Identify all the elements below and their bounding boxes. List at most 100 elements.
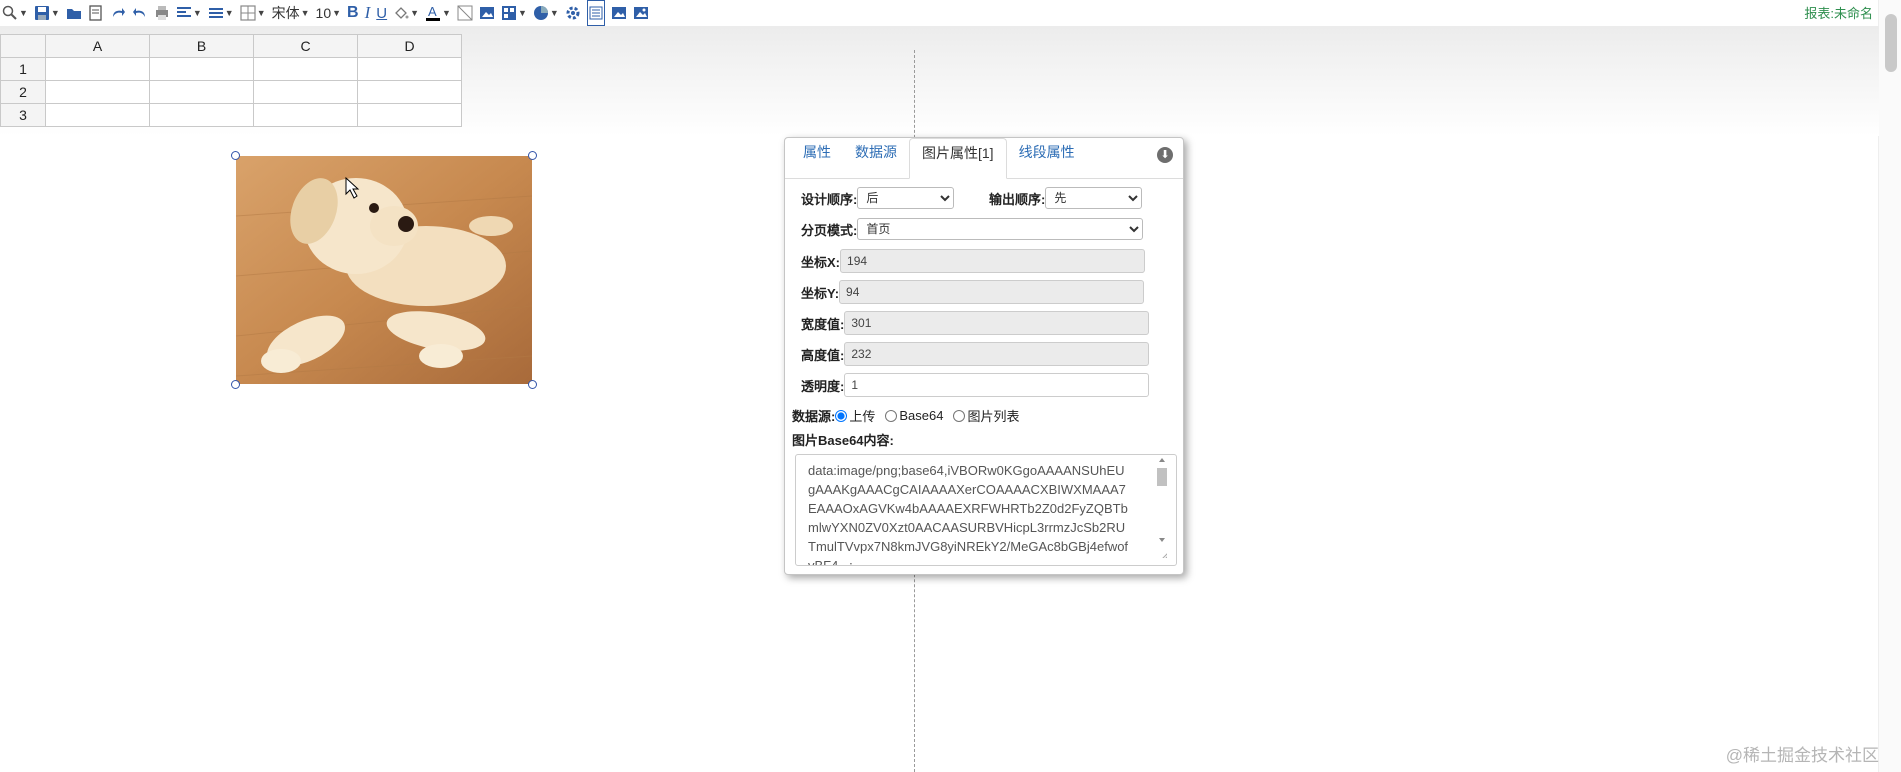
- font-size-value: 10: [315, 5, 332, 21]
- undo-icon: [132, 8, 145, 17]
- cell[interactable]: [149, 103, 254, 127]
- cell[interactable]: [45, 80, 150, 104]
- cell[interactable]: [149, 80, 254, 104]
- column-header[interactable]: C: [253, 34, 358, 58]
- tab-datasource[interactable]: 数据源: [843, 138, 909, 178]
- height-field[interactable]: [844, 342, 1150, 366]
- align-center-icon: [208, 8, 223, 18]
- width-field[interactable]: [844, 311, 1150, 335]
- watermark-image-button[interactable]: [633, 1, 649, 25]
- spreadsheet-grid: A B C D 1 2 3: [0, 34, 462, 127]
- radio-image-list[interactable]: 图片列表: [953, 406, 1019, 425]
- cell[interactable]: [253, 57, 358, 81]
- tab-properties[interactable]: 属性: [791, 138, 843, 178]
- svg-text:A: A: [428, 4, 437, 19]
- resize-handle-bottom-left[interactable]: [231, 380, 240, 389]
- resize-handle-top-right[interactable]: [528, 151, 537, 160]
- radio-base64[interactable]: Base64: [885, 408, 943, 423]
- cell[interactable]: [357, 80, 462, 104]
- zoom-button[interactable]: ▼: [2, 1, 28, 25]
- coord-x-label: 坐标X:: [801, 254, 841, 270]
- row-header[interactable]: 1: [0, 57, 46, 81]
- output-order-row: 输出顺序: 先: [989, 187, 1143, 209]
- column-header[interactable]: B: [149, 34, 254, 58]
- vertical-scrollbar[interactable]: [1878, 0, 1901, 772]
- coord-y-field[interactable]: [839, 280, 1145, 304]
- valign-button[interactable]: ▼: [208, 1, 234, 25]
- column-header[interactable]: D: [357, 34, 462, 58]
- scrollbar-thumb[interactable]: [1885, 14, 1897, 72]
- font-family-value: 宋体: [271, 5, 300, 21]
- cell[interactable]: [149, 57, 254, 81]
- collapse-icon[interactable]: ⬇: [1157, 147, 1173, 163]
- settings-button[interactable]: [565, 1, 581, 25]
- border-button[interactable]: ▼: [240, 1, 266, 25]
- open-button[interactable]: [66, 1, 82, 25]
- bold-button[interactable]: B: [347, 1, 359, 25]
- font-family-select[interactable]: 宋体 ▼: [272, 1, 310, 25]
- image-icon: [479, 7, 494, 19]
- insert-image-button[interactable]: [479, 1, 495, 25]
- textarea-scrollbar[interactable]: [1155, 458, 1167, 558]
- landscape-icon: [633, 7, 648, 19]
- page-mode-select[interactable]: 首页: [857, 218, 1144, 240]
- properties-panel: 属性 数据源 图片属性[1] 线段属性 ⬇ 设计顺序: 后 输出顺序: 先 分页…: [784, 137, 1184, 575]
- cell[interactable]: [45, 57, 150, 81]
- height-label: 高度值:: [801, 347, 845, 363]
- grid-row: 1: [0, 57, 462, 81]
- radio-upload-input[interactable]: [835, 409, 848, 422]
- coord-x-row: 坐标X:: [801, 249, 1146, 273]
- cell[interactable]: [357, 57, 462, 81]
- cell[interactable]: [253, 103, 358, 127]
- zoom-icon: [2, 5, 17, 20]
- tab-line-properties[interactable]: 线段属性: [1007, 138, 1087, 178]
- design-order-select[interactable]: 后: [857, 187, 955, 209]
- redo-button[interactable]: [110, 1, 126, 25]
- radio-upload[interactable]: 上传: [835, 406, 875, 425]
- align-left-button[interactable]: ▼: [176, 1, 202, 25]
- redo-icon: [112, 8, 125, 17]
- chart-button[interactable]: ▼: [533, 1, 559, 25]
- base64-textarea[interactable]: data:image/png;base64,iVBORw0KGgoAAAANSU…: [795, 454, 1177, 566]
- italic-button[interactable]: I: [365, 1, 371, 25]
- properties-button[interactable]: [586, 0, 605, 26]
- resize-handle-bottom-right[interactable]: [528, 380, 537, 389]
- barcode-button[interactable]: ▼: [501, 1, 527, 25]
- underline-icon: U: [376, 4, 388, 22]
- datasource-row: 数据源: 上传 Base64 图片列表: [792, 406, 1029, 425]
- folder-icon: [66, 9, 81, 19]
- radio-base64-input[interactable]: [885, 409, 898, 422]
- cell[interactable]: [45, 103, 150, 127]
- opacity-field[interactable]: [844, 373, 1150, 397]
- clear-format-button[interactable]: [457, 1, 473, 25]
- column-header[interactable]: A: [45, 34, 150, 58]
- output-order-select[interactable]: 先: [1045, 187, 1143, 209]
- row-header[interactable]: 2: [0, 80, 46, 104]
- save-icon: [34, 6, 49, 20]
- fill-color-button[interactable]: ▼: [393, 1, 419, 25]
- qrcode-icon: [501, 6, 516, 20]
- print-button[interactable]: [154, 1, 170, 25]
- radio-image-list-input[interactable]: [953, 409, 966, 422]
- opacity-label: 透明度:: [801, 378, 845, 394]
- clear-icon: [457, 5, 473, 21]
- undo-button[interactable]: [132, 1, 148, 25]
- export-icon: [89, 5, 102, 21]
- report-image[interactable]: [231, 151, 537, 389]
- underline-button[interactable]: U: [376, 1, 387, 25]
- font-color-button[interactable]: A ▼: [425, 1, 451, 25]
- cell[interactable]: [253, 80, 358, 104]
- paint-bucket-icon: [395, 7, 409, 19]
- save-button[interactable]: ▼: [34, 1, 60, 25]
- page-mode-label: 分页模式:: [801, 222, 858, 238]
- tab-image-properties[interactable]: 图片属性[1]: [909, 138, 1007, 179]
- cell[interactable]: [357, 103, 462, 127]
- coord-x-field[interactable]: [840, 249, 1146, 273]
- row-header[interactable]: 3: [0, 103, 46, 127]
- export-button[interactable]: [88, 1, 104, 25]
- corner-cell[interactable]: [0, 34, 46, 58]
- background-image-button[interactable]: [611, 1, 627, 25]
- output-order-label: 输出顺序:: [989, 191, 1046, 207]
- resize-handle-top-left[interactable]: [231, 151, 240, 160]
- font-size-select[interactable]: 10 ▼: [316, 1, 342, 25]
